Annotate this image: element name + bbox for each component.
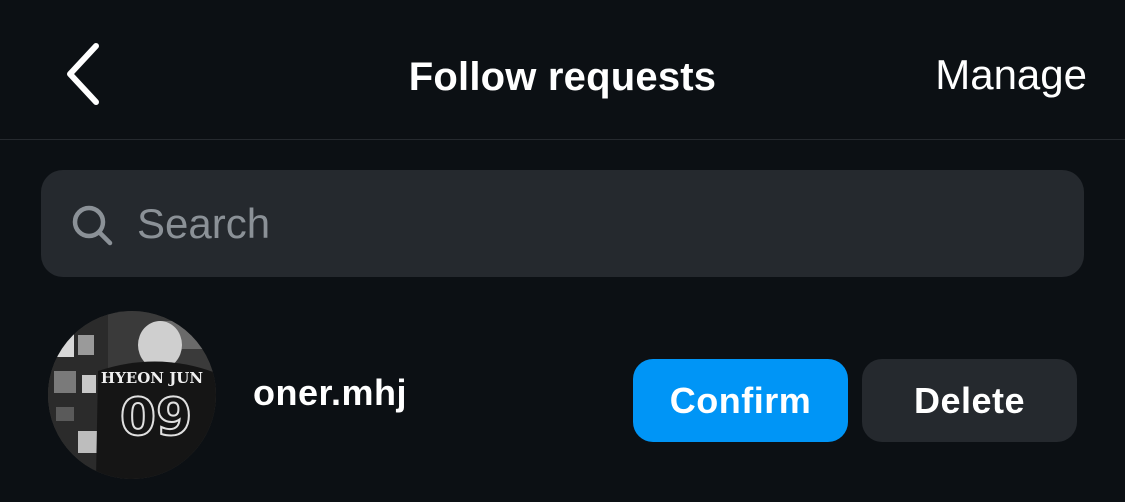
list-item: HYEON JUN 09 oner.mhj Confirm Delete	[0, 310, 1125, 480]
avatar[interactable]: HYEON JUN 09	[48, 311, 216, 479]
manage-button[interactable]: Manage	[935, 50, 1087, 100]
search-bar[interactable]	[41, 170, 1084, 277]
username[interactable]: oner.mhj	[253, 372, 407, 414]
search-icon	[72, 205, 113, 246]
confirm-button[interactable]: Confirm	[633, 359, 848, 442]
avatar-image: HYEON JUN 09	[48, 311, 216, 479]
top-bar: Follow requests Manage	[0, 0, 1125, 140]
avatar-jersey-name: HYEON JUN	[101, 369, 203, 387]
search-input[interactable]	[137, 170, 1057, 277]
avatar-jersey-number: 09	[120, 388, 192, 448]
delete-button[interactable]: Delete	[862, 359, 1077, 442]
